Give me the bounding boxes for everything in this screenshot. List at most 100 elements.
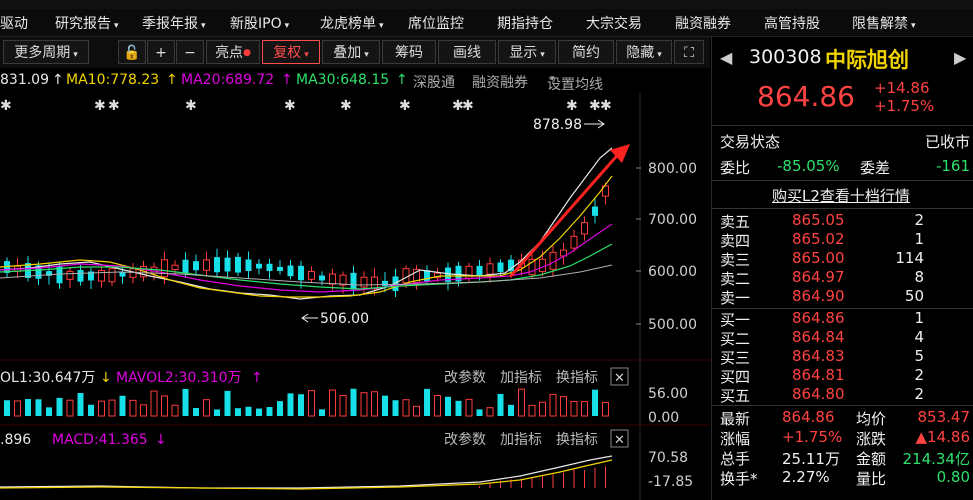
menu-item-reports[interactable]: 季报年报 ▾: [142, 13, 206, 33]
arrow-up-icon: ↑: [52, 72, 64, 88]
menu-item-seat-monitor[interactable]: 席位监控: [408, 13, 464, 33]
candle: [570, 235, 578, 249]
volume-bar: [235, 408, 241, 416]
link-hk-connect[interactable]: 深股通: [413, 72, 455, 92]
candle: [581, 222, 588, 235]
macd-switch-indicator-button[interactable]: 换指标: [556, 431, 598, 448]
ask-volume: 8: [914, 268, 924, 286]
event-marker-icon[interactable]: ✱: [108, 98, 120, 114]
ask-row[interactable]: 卖四 865.02 1: [720, 230, 970, 250]
volume-bar: [445, 396, 451, 416]
event-marker-icon[interactable]: ✱: [399, 98, 411, 114]
quote-panel: ◀ 300308 中际旭创 ▶ 864.86 +14.86 +1.75% 交易状…: [711, 37, 973, 500]
volume-bar: [35, 399, 42, 416]
price-axis-label: 800.00: [648, 161, 697, 177]
candle: [592, 206, 598, 216]
macd-params-button[interactable]: 改参数: [444, 431, 486, 448]
kline-chart[interactable]: 800.00 700.00 600.00 500.00 ✱ ✱ ✱ ✱ ✱ ✱ …: [0, 92, 710, 500]
volume-bar: [518, 388, 525, 417]
simple-mode-button[interactable]: 简约: [558, 40, 614, 64]
event-marker-icon[interactable]: ✱: [284, 98, 296, 114]
link-margin[interactable]: 融资融券: [472, 72, 528, 92]
event-marker-icon[interactable]: ✱: [340, 98, 352, 114]
display-dropdown[interactable]: 显示 ▾: [498, 40, 556, 64]
chevron-down-icon: ▾: [911, 21, 916, 31]
event-marker-icon[interactable]: ✱: [185, 98, 197, 114]
chips-button[interactable]: 筹码: [382, 40, 436, 64]
volume-bar: [465, 398, 473, 417]
candle: [256, 263, 262, 269]
bid-price: 864.84: [792, 328, 845, 346]
overlay-dropdown[interactable]: 叠加 ▾: [322, 40, 380, 64]
macd-dif-label: .896: [0, 432, 31, 448]
restore-rights-dropdown[interactable]: 复权 ▾: [262, 40, 320, 64]
menu-item-dragon-tiger[interactable]: 龙虎榜单 ▾: [320, 13, 384, 33]
menu-item-margin[interactable]: 融资融券: [675, 13, 731, 33]
candle: [224, 257, 231, 272]
ask-row[interactable]: 卖一 864.90 50: [720, 287, 970, 307]
bid-row[interactable]: 买三 864.83 5: [720, 347, 970, 367]
zoom-in-button[interactable]: +: [147, 40, 175, 64]
l2-link[interactable]: 购买L2查看十档行情: [772, 185, 910, 206]
volume-bar: [245, 406, 252, 416]
weicha-label: 委差: [860, 159, 891, 177]
volume-bar: [129, 399, 137, 417]
ma30-value: MA30:648.15: [296, 72, 390, 88]
hide-dropdown[interactable]: 隐藏 ▾: [616, 40, 672, 64]
menu-item-ipo[interactable]: 新股IPO ▾: [230, 13, 289, 33]
volume-bar: [402, 399, 410, 417]
fullscreen-button[interactable]: ⛶: [674, 40, 704, 64]
bid-volume: 4: [914, 328, 924, 346]
ask-row[interactable]: 卖二 864.97 8: [720, 268, 970, 288]
vol-ma1-label: OL1:30.647万: [0, 370, 95, 386]
menu-item-futures[interactable]: 期指持仓: [497, 13, 553, 33]
menu-item-block-trade[interactable]: 大宗交易: [586, 13, 642, 33]
draw-line-button[interactable]: 画线: [438, 40, 496, 64]
menu-item-lockup[interactable]: 限售解禁 ▾: [852, 13, 916, 33]
bid-row[interactable]: 买一 864.86 1: [720, 309, 970, 329]
ask-row[interactable]: 卖五 865.05 2: [720, 211, 970, 231]
zoom-out-button[interactable]: −: [176, 40, 204, 64]
event-marker-icon[interactable]: ✱: [462, 98, 474, 114]
chevron-down-icon: ▾: [364, 50, 369, 60]
volume-bar: [266, 406, 273, 416]
candle: [539, 258, 546, 273]
ask-row[interactable]: 卖三 865.00 114: [720, 249, 970, 269]
candle: [66, 270, 74, 280]
macd-axis-label: -17.85: [648, 474, 693, 490]
event-marker-icon[interactable]: ✱: [589, 98, 601, 114]
vol-params-button[interactable]: 改参数: [444, 369, 486, 386]
ask-label: 卖三: [720, 251, 751, 269]
volume-bar: [434, 395, 441, 417]
candle: [266, 263, 273, 271]
event-marker-icon[interactable]: ✱: [0, 98, 12, 114]
event-marker-icon[interactable]: ✱: [94, 98, 106, 114]
candle: [277, 266, 283, 271]
lock-button[interactable]: 🔓: [118, 40, 146, 64]
ask-price: 864.97: [792, 268, 845, 286]
event-marker-icon[interactable]: ✱: [566, 98, 578, 114]
candle: [108, 268, 116, 283]
stat-row: 总手 25.11万 金额 214.34亿: [720, 448, 970, 468]
volume-bar: [476, 409, 483, 416]
vol-add-indicator-button[interactable]: 加指标: [500, 370, 542, 386]
highlight-button[interactable]: 亮点●: [206, 40, 260, 64]
candle: [77, 270, 84, 282]
volume-bar: [350, 388, 357, 416]
vol-switch-indicator-button[interactable]: 换指标: [556, 369, 598, 386]
chevron-down-icon: ▾: [657, 50, 662, 60]
bid-row[interactable]: 买五 864.80 2: [720, 385, 970, 405]
macd-dif-line: [0, 455, 613, 489]
stat-l2: 均价: [856, 410, 887, 428]
price-change-pct: +1.75%: [874, 97, 935, 115]
macd-add-indicator-button[interactable]: 加指标: [500, 432, 542, 448]
event-marker-icon[interactable]: ✱: [600, 98, 612, 114]
menu-item-exec-holdings[interactable]: 高管持股: [764, 13, 820, 33]
bid-row[interactable]: 买四 864.81 2: [720, 366, 970, 386]
bid-row[interactable]: 买二 864.84 4: [720, 328, 970, 348]
menu-item-drive[interactable]: 驱动: [0, 13, 28, 33]
menu-item-research[interactable]: 研究报告 ▾: [55, 13, 119, 33]
prev-stock-button[interactable]: ◀: [720, 48, 732, 67]
next-stock-button[interactable]: ▶: [954, 48, 966, 67]
period-dropdown[interactable]: 更多周期 ▾: [3, 40, 89, 64]
